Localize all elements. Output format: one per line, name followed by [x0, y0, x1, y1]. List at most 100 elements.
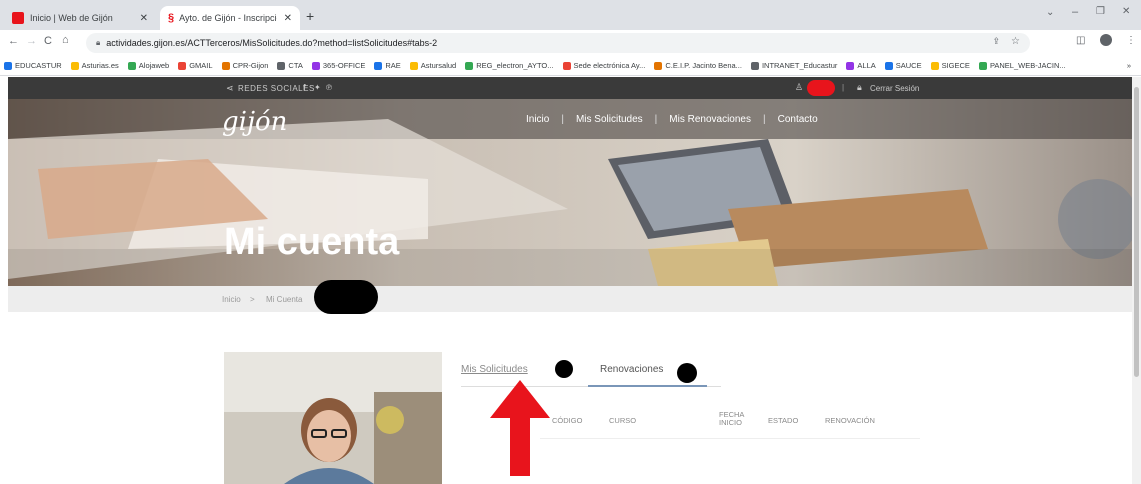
bookmark-favicon-icon [311, 61, 320, 70]
bookmark-label: GMAIL [189, 61, 213, 70]
forward-icon[interactable]: → [26, 35, 37, 47]
bookmark-label: SAUCE [895, 61, 922, 70]
tab-search-icon[interactable]: ⌄ [1046, 7, 1054, 18]
nav-separator: | [561, 114, 564, 125]
hero-banner: gijón Inicio | Mis Solicitudes | Mis Ren… [8, 99, 1132, 286]
gijon-favicon-icon: § [168, 12, 175, 24]
close-icon[interactable]: ✕ [140, 13, 148, 24]
bookmark-item[interactable]: PANEL_WEB-JACIN... [978, 61, 1066, 70]
bookmark-item[interactable]: EDUCASTUR [4, 61, 62, 70]
gijon-logo[interactable]: gijón [222, 107, 287, 137]
bookmark-favicon-icon [654, 61, 663, 70]
close-icon[interactable]: ✕ [284, 13, 292, 24]
browser-tab-title: Inicio | Web de Gijón [30, 13, 113, 23]
redaction-mark [807, 80, 835, 96]
breadcrumb: Inicio > Mi Cuenta [8, 280, 1132, 314]
browser-tab-inicio[interactable]: Inicio | Web de Gijón ✕ [4, 6, 156, 30]
annotation-arrow-icon [490, 380, 550, 476]
close-window-button[interactable]: ✕ [1122, 6, 1130, 17]
twitter-icon[interactable]: ✦ [314, 83, 321, 92]
bookmark-item[interactable]: Sede electrónica Ay... [562, 61, 645, 70]
bookmark-item[interactable]: RAE [374, 61, 401, 70]
bookmarks-bar: EDUCASTUR Asturias.es Alojaweb GMAIL CPR-Gij… [0, 56, 1141, 76]
site-top-bar: ⋖ REDES SOCIALES f ✦ ℗ ♙ | 🔒︎ Cerrar Ses… [8, 77, 1132, 99]
profile-photo [224, 352, 442, 484]
bookmark-item[interactable]: ALLA [846, 61, 876, 70]
bookmark-item[interactable]: Alojaweb [127, 61, 169, 70]
address-bar[interactable]: 🔒︎ actividades.gijon.es/ACTTerceros/MisS… [86, 33, 1030, 53]
reload-icon[interactable]: C [44, 35, 52, 47]
more-bookmarks-icon[interactable]: » [1127, 61, 1131, 70]
pinterest-icon[interactable]: ℗ [326, 83, 332, 92]
browser-tab-title: Ayto. de Gijón - Inscripción y re... [179, 13, 277, 23]
back-icon[interactable]: ← [8, 35, 19, 47]
redaction-mark [314, 280, 378, 314]
user-icon[interactable]: ♙ [795, 82, 803, 93]
page-title: Mi cuenta [224, 221, 400, 263]
browser-toolbar: ← → C ⌂ 🔒︎ actividades.gijon.es/ACTTerce… [0, 30, 1141, 56]
home-icon[interactable]: ⌂ [62, 34, 69, 46]
table-header-divider [540, 438, 920, 439]
redaction-mark [555, 360, 573, 378]
gijon-favicon-icon [12, 12, 24, 24]
minimize-button[interactable]: – [1072, 6, 1078, 18]
star-icon[interactable]: ☆ [1011, 36, 1020, 47]
nav-item-mis-renovaciones[interactable]: Mis Renovaciones [669, 114, 751, 125]
hero-background-image [8, 99, 1132, 286]
col-header-fecha-inicio: FECHA INICIO [719, 410, 745, 427]
profile-avatar-icon[interactable] [1100, 34, 1112, 46]
bookmark-favicon-icon [277, 61, 286, 70]
bookmark-label: ALLA [857, 61, 876, 70]
nav-separator: | [654, 114, 658, 125]
bookmark-item[interactable]: GMAIL [178, 61, 213, 70]
menu-icon[interactable]: ⋮ [1126, 35, 1136, 46]
nav-separator: | [763, 114, 766, 125]
tab-mis-solicitudes[interactable]: Mis Solicitudes [461, 364, 528, 375]
bookmark-favicon-icon [978, 61, 987, 70]
restore-button[interactable]: ❐ [1096, 6, 1105, 17]
bookmark-label: PANEL_WEB-JACIN... [989, 61, 1066, 70]
nav-item-mis-solicitudes[interactable]: Mis Solicitudes [576, 114, 643, 125]
bookmark-item[interactable]: 365-OFFICE [311, 61, 365, 70]
bookmark-label: EDUCASTUR [15, 61, 62, 70]
bookmark-item[interactable]: C.E.I.P. Jacinto Bena... [654, 61, 742, 70]
main-nav: Inicio | Mis Solicitudes | Mis Renovacio… [526, 114, 818, 125]
bookmark-label: Asturias.es [81, 61, 119, 70]
sidepanel-icon[interactable]: ◫ [1076, 35, 1085, 46]
bookmark-favicon-icon [4, 61, 12, 70]
bookmark-item[interactable]: REG_electron_AYTO... [465, 61, 554, 70]
url-text: actividades.gijon.es/ACTTerceros/MisSoli… [106, 38, 438, 48]
bookmark-item[interactable]: SAUCE [884, 61, 922, 70]
separator: | [842, 83, 845, 92]
bookmark-item[interactable]: CPR-Gijon [221, 61, 269, 70]
bookmark-label: Astursalud [420, 61, 457, 70]
col-header-curso: CURSO [609, 416, 637, 425]
tab-renovaciones[interactable]: Renovaciones [600, 364, 663, 375]
logout-link[interactable]: Cerrar Sesión [870, 84, 919, 93]
bookmark-label: CPR-Gijon [232, 61, 269, 70]
browser-tab-strip: Inicio | Web de Gijón ✕ § Ayto. de Gijón… [0, 0, 1141, 30]
bookmark-label: REG_electron_AYTO... [476, 61, 554, 70]
bookmark-item[interactable]: SIGECE [930, 61, 970, 70]
page-scrollbar[interactable] [1132, 77, 1141, 484]
col-header-estado: ESTADO [768, 416, 799, 425]
bookmark-item[interactable]: CTA [277, 61, 303, 70]
bookmark-label: SIGECE [941, 61, 970, 70]
scrollbar-thumb[interactable] [1134, 87, 1139, 377]
bookmark-favicon-icon [374, 61, 383, 70]
bookmark-item[interactable]: Astursalud [409, 61, 457, 70]
bookmark-item[interactable]: Asturias.es [70, 61, 119, 70]
bookmark-favicon-icon [562, 61, 571, 70]
share-icon: ⋖ [226, 83, 234, 93]
browser-tab-ayto[interactable]: § Ayto. de Gijón - Inscripción y re... ✕ [160, 6, 300, 30]
bookmark-favicon-icon [127, 61, 136, 70]
bookmark-favicon-icon [465, 61, 474, 70]
breadcrumb-inicio[interactable]: Inicio [222, 295, 241, 304]
new-tab-button[interactable]: + [306, 8, 314, 24]
bookmark-label: INTRANET_Educastur [761, 61, 838, 70]
nav-item-inicio[interactable]: Inicio [526, 114, 549, 125]
nav-item-contacto[interactable]: Contacto [778, 114, 818, 125]
facebook-icon[interactable]: f [303, 83, 306, 92]
share-icon[interactable]: ⇪ [992, 36, 1000, 47]
bookmark-item[interactable]: INTRANET_Educastur [750, 61, 838, 70]
